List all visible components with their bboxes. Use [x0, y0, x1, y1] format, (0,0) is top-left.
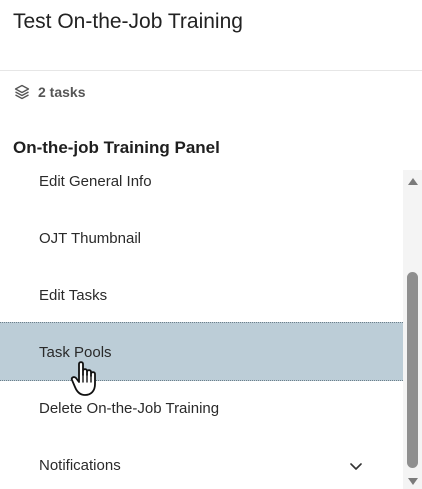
header: Test On-the-Job Training	[0, 0, 422, 71]
menu-item-label: Edit Tasks	[39, 287, 108, 304]
task-count: 2 tasks	[38, 84, 86, 100]
scroll-down-arrow-icon[interactable]	[408, 478, 418, 485]
page-title: Test On-the-Job Training	[13, 10, 243, 33]
menu-item-label: OJT Thumbnail	[39, 230, 141, 247]
panel-menu: Edit General Info OJT Thumbnail Edit Tas…	[0, 153, 403, 489]
menu-item-task-pools[interactable]: Task Pools	[0, 322, 403, 381]
layers-icon	[14, 84, 30, 100]
scrollbar-thumb[interactable]	[407, 272, 418, 468]
menu-item-notifications[interactable]: Notifications	[0, 438, 403, 489]
scroll-up-arrow-icon[interactable]	[408, 178, 418, 185]
menu-item-label: Task Pools	[39, 344, 112, 361]
menu-item-delete-ojt[interactable]: Delete On-the-Job Training	[0, 381, 403, 438]
menu-item-label: Delete On-the-Job Training	[39, 400, 220, 417]
ojt-settings-panel: Test On-the-Job Training 2 tasks On-the-…	[0, 0, 422, 489]
menu-item-label: Notifications	[39, 457, 121, 474]
menu-item-edit-tasks[interactable]: Edit Tasks	[0, 267, 403, 324]
task-count-row: 2 tasks	[14, 83, 85, 101]
menu-item-label: Edit General Info	[39, 173, 152, 190]
menu-item-ojt-thumbnail[interactable]: OJT Thumbnail	[0, 210, 403, 267]
chevron-down-icon[interactable]	[350, 463, 362, 471]
menu-item-edit-general-info[interactable]: Edit General Info	[0, 153, 403, 210]
vertical-scrollbar[interactable]	[403, 170, 422, 489]
